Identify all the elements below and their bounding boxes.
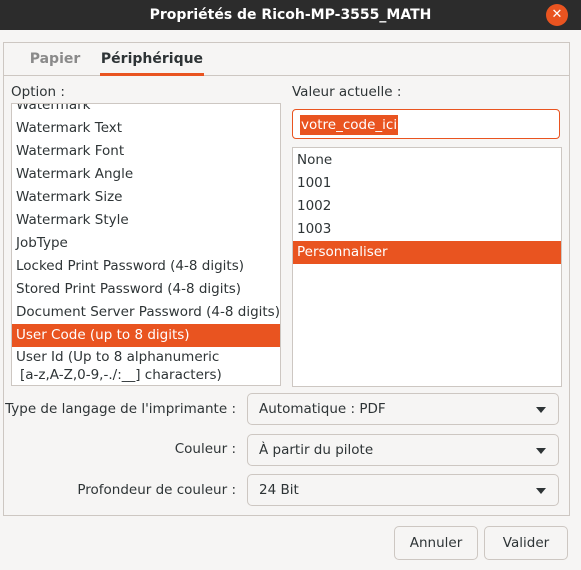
chevron-down-icon [536, 448, 546, 454]
color-depth-value: 24 Bit [259, 482, 299, 498]
list-item[interactable]: 1002 [293, 195, 561, 218]
list-item[interactable]: 1003 [293, 218, 561, 241]
tab-peripherique[interactable]: Périphérique [92, 43, 212, 76]
list-item-selected[interactable]: Personnaliser [293, 241, 561, 264]
list-item[interactable]: Watermark Angle [12, 163, 280, 186]
chevron-down-icon [536, 407, 546, 413]
printer-language-value: Automatique : PDF [259, 401, 386, 417]
printer-language-combo[interactable]: Automatique : PDF [247, 393, 559, 425]
list-item-line: [a-z,A-Z,0-9,-./:__] characters) [20, 367, 222, 383]
window-title: Propriétés de Ricoh-MP-3555_MATH [149, 7, 432, 23]
close-icon: ✕ [551, 7, 563, 22]
title-bar: Propriétés de Ricoh-MP-3555_MATH ✕ [0, 0, 581, 30]
value-list[interactable]: None 1001 1002 1003 Personnaliser [292, 147, 562, 387]
list-item-line: User Id (Up to 8 alphanumeric [16, 349, 220, 365]
current-value-label: Valeur actuelle : [292, 84, 402, 100]
chevron-down-icon [536, 488, 546, 494]
validate-button[interactable]: Valider [484, 526, 568, 560]
color-depth-label: Profondeur de couleur : [77, 482, 236, 498]
color-combo[interactable]: À partir du pilote [247, 434, 559, 466]
list-item[interactable]: None [293, 149, 561, 172]
list-item[interactable]: Watermark Text [12, 117, 280, 140]
list-item[interactable]: Watermark Style [12, 209, 280, 232]
value-entry-text: votre_code_ici [300, 115, 399, 135]
option-label: Option : [11, 84, 65, 100]
list-item[interactable]: Watermark Size [12, 186, 280, 209]
list-item-selected[interactable]: User Code (up to 8 digits) [12, 324, 280, 347]
tab-bar: Papier Périphérique [4, 43, 569, 76]
cancel-button[interactable]: Annuler [394, 526, 478, 560]
value-entry[interactable]: votre_code_ici [292, 109, 560, 139]
color-depth-combo[interactable]: 24 Bit [247, 474, 559, 506]
close-button[interactable]: ✕ [546, 4, 568, 26]
list-item[interactable]: Stored Print Password (4-8 digits) [12, 278, 280, 301]
list-item[interactable]: Watermark [12, 104, 280, 117]
color-label: Couleur : [174, 441, 236, 457]
list-item[interactable]: User Id (Up to 8 alphanumeric [a-z,A-Z,0… [12, 348, 280, 385]
list-item[interactable]: JobType [12, 232, 280, 255]
list-item[interactable]: 1001 [293, 172, 561, 195]
list-item[interactable]: Locked Print Password (4-8 digits) [12, 255, 280, 278]
list-item[interactable]: Watermark Font [12, 140, 280, 163]
color-value: À partir du pilote [259, 442, 374, 458]
printer-language-label: Type de langage de l'imprimante : [5, 401, 236, 417]
tab-papier[interactable]: Papier [24, 43, 86, 75]
option-list[interactable]: Watermark Watermark Text Watermark Font … [11, 103, 281, 386]
list-item[interactable]: Document Server Password (4-8 digits) [12, 301, 280, 324]
